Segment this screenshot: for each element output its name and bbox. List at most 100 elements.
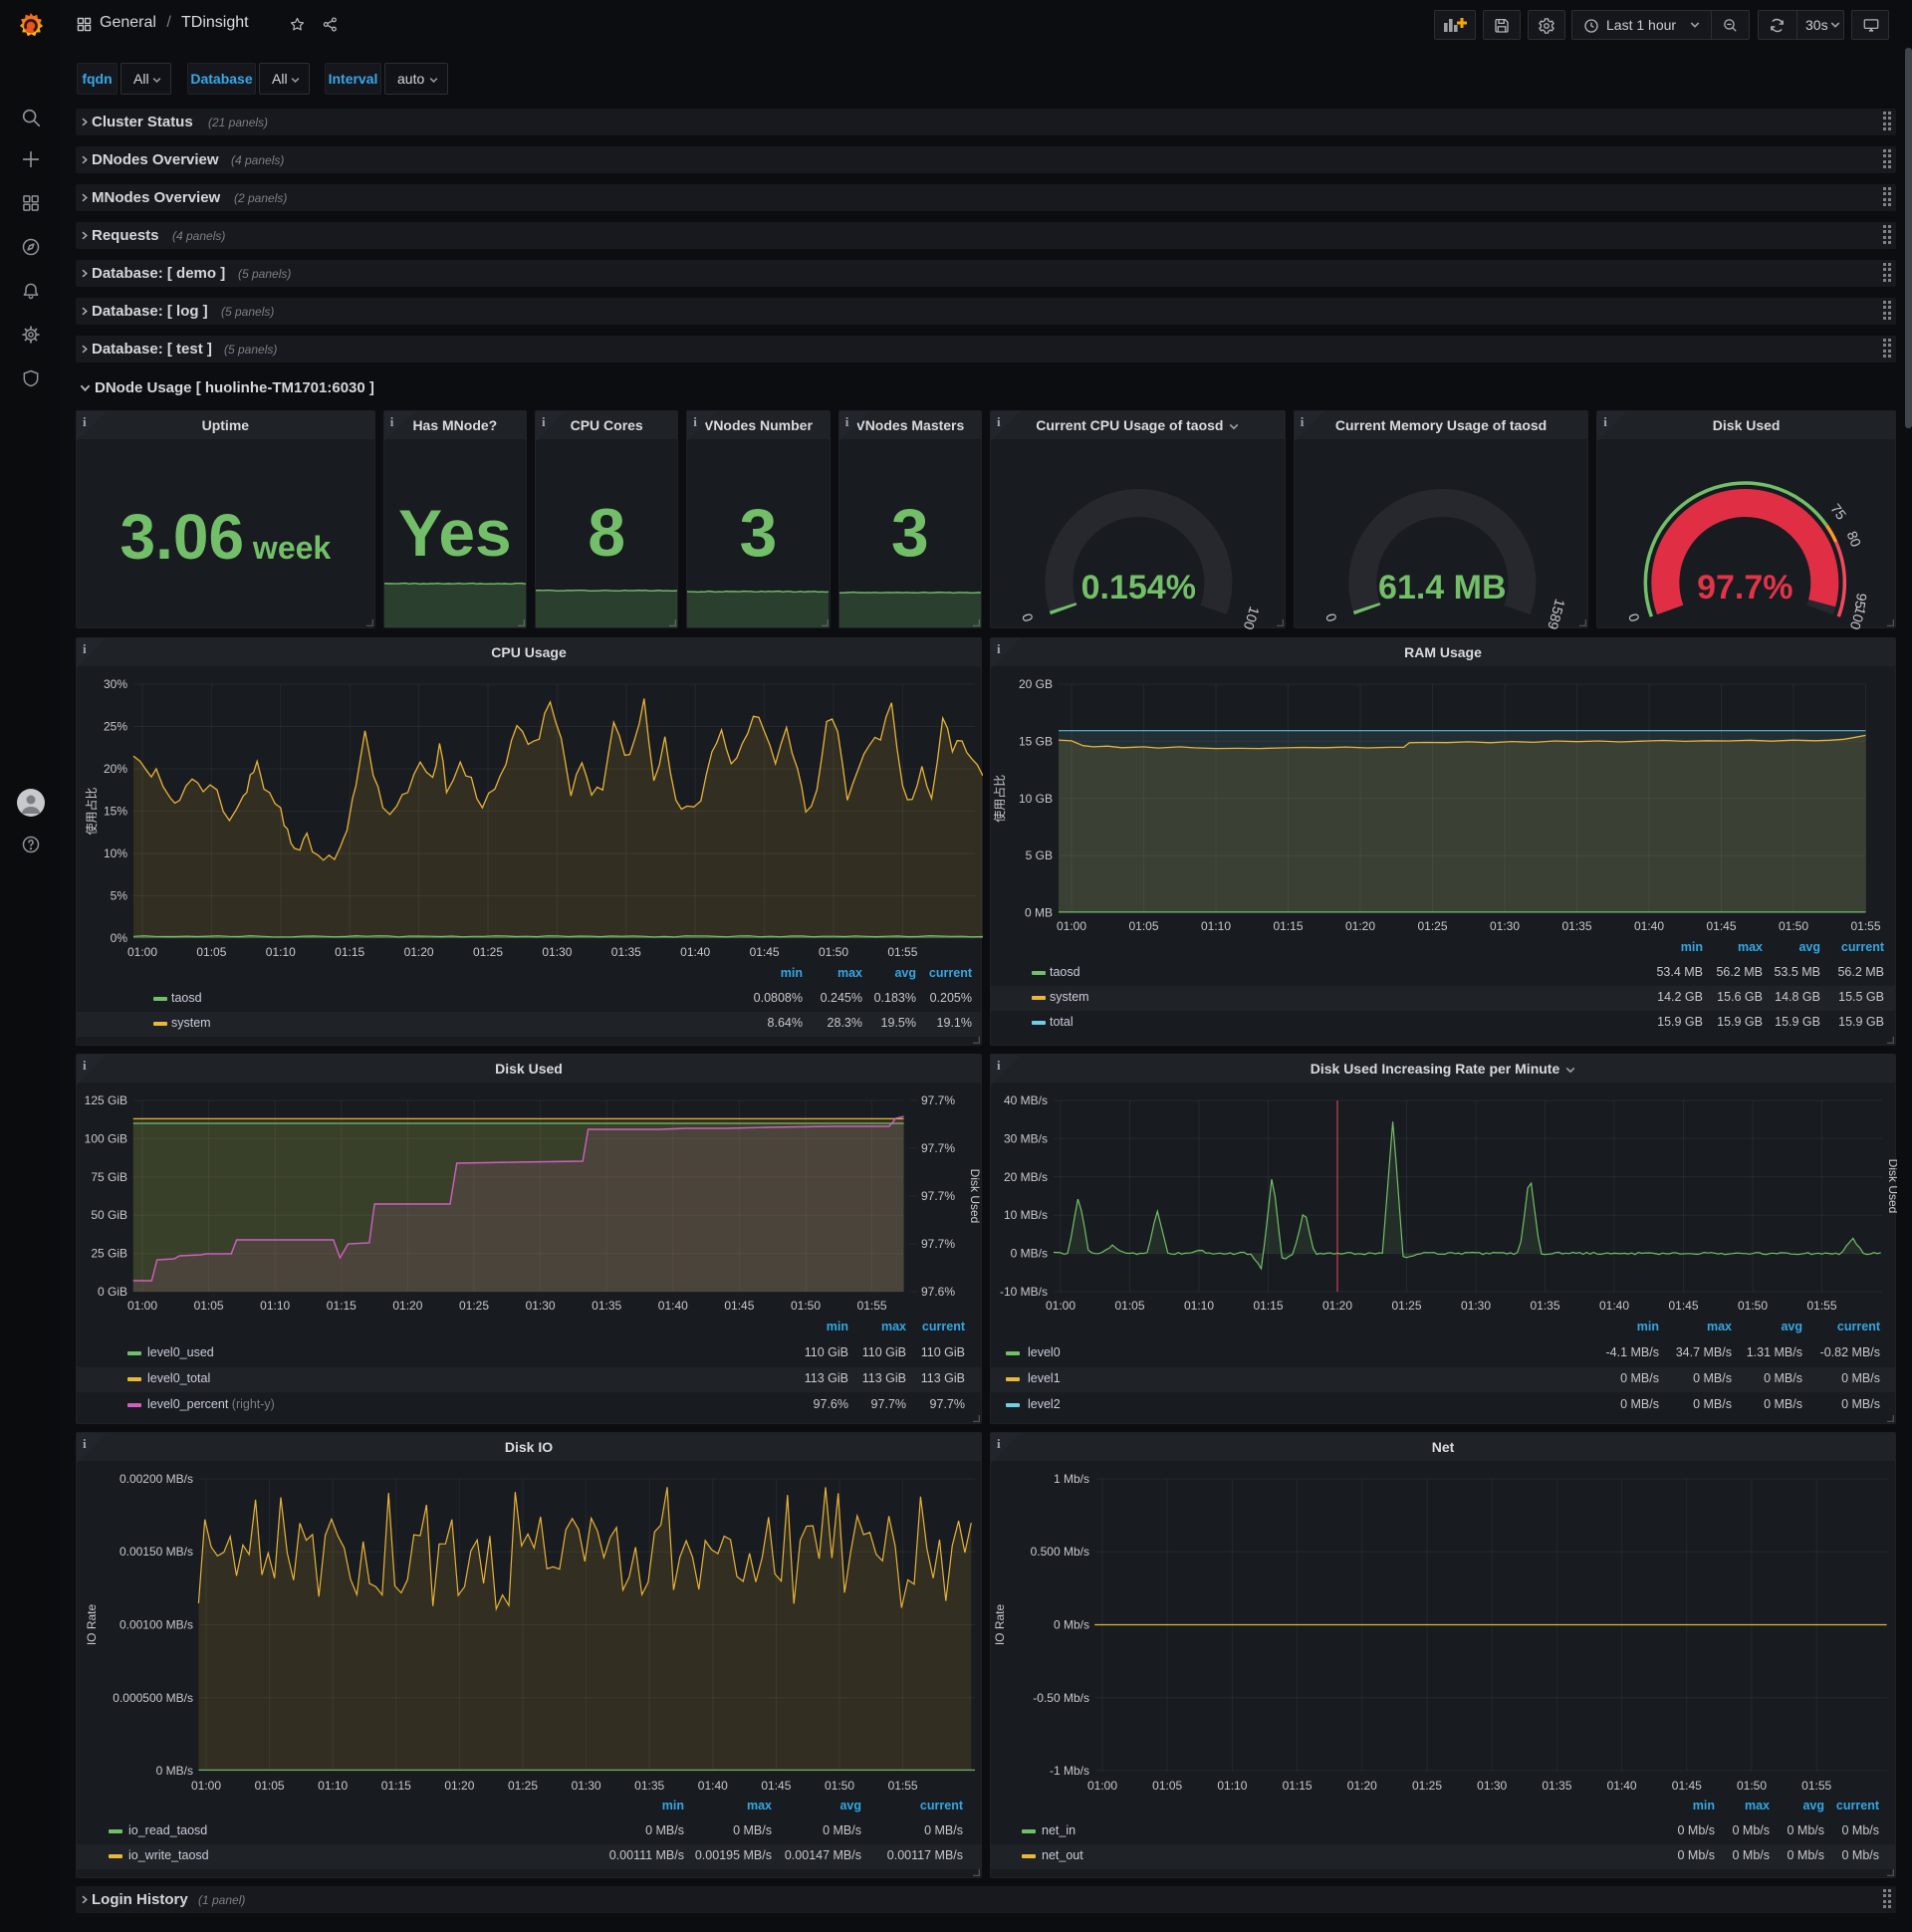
svg-text:01:45: 01:45 [1706,919,1736,933]
svg-text:01:10: 01:10 [1217,1779,1247,1793]
svg-text:0%: 0% [111,931,128,945]
svg-text:100: 100 [1241,604,1263,629]
svg-text:01:35: 01:35 [634,1779,664,1793]
svg-text:01:10: 01:10 [266,945,296,959]
svg-text:01:55: 01:55 [1850,919,1880,933]
svg-text:01:25: 01:25 [1417,919,1447,933]
svg-text:0.154%: 0.154% [1081,569,1196,606]
svg-text:01:45: 01:45 [750,945,780,959]
svg-text:30%: 30% [104,677,127,691]
svg-text:25 GiB: 25 GiB [91,1247,127,1261]
svg-text:01:05: 01:05 [194,1299,224,1313]
svg-text:20 MB/s: 20 MB/s [1004,1170,1048,1184]
svg-text:Disk Used: Disk Used [968,1169,982,1224]
svg-text:01:30: 01:30 [1461,1299,1491,1313]
svg-text:0 GiB: 0 GiB [98,1285,127,1299]
svg-text:1589: 1589 [1545,598,1568,629]
svg-text:01:40: 01:40 [1607,1779,1637,1793]
svg-text:01:05: 01:05 [196,945,226,959]
svg-text:-10 MB/s: -10 MB/s [1000,1285,1048,1299]
svg-text:10 MB/s: 10 MB/s [1004,1208,1048,1222]
svg-text:01:30: 01:30 [572,1779,601,1793]
svg-text:30 MB/s: 30 MB/s [1004,1131,1048,1145]
svg-text:01:10: 01:10 [260,1299,290,1313]
svg-text:01:30: 01:30 [526,1299,556,1313]
svg-text:01:30: 01:30 [1490,919,1520,933]
svg-text:01:30: 01:30 [1477,1779,1507,1793]
svg-text:01:10: 01:10 [318,1779,348,1793]
svg-text:0 Mb/s: 0 Mb/s [1054,1618,1089,1632]
svg-text:0.000500 MB/s: 0.000500 MB/s [113,1691,193,1705]
svg-text:100: 100 [1847,604,1869,629]
svg-text:01:25: 01:25 [1412,1779,1442,1793]
svg-text:01:25: 01:25 [1391,1299,1421,1313]
svg-text:IO Rate: IO Rate [993,1604,1007,1646]
svg-text:-1 Mb/s: -1 Mb/s [1050,1764,1089,1778]
svg-text:0.00200 MB/s: 0.00200 MB/s [120,1472,193,1486]
svg-text:01:55: 01:55 [887,945,917,959]
svg-text:01:20: 01:20 [444,1779,474,1793]
svg-text:01:00: 01:00 [127,945,157,959]
svg-text:0 MB/s: 0 MB/s [1011,1247,1048,1261]
svg-text:5 GB: 5 GB [1026,848,1053,862]
svg-text:Disk Used: Disk Used [1886,1159,1897,1214]
svg-text:01:15: 01:15 [381,1779,411,1793]
svg-text:-0.50 Mb/s: -0.50 Mb/s [1033,1691,1089,1705]
svg-text:01:55: 01:55 [888,1779,918,1793]
svg-text:01:50: 01:50 [1779,919,1808,933]
svg-text:01:20: 01:20 [1345,919,1375,933]
svg-text:01:15: 01:15 [1283,1779,1313,1793]
svg-text:01:50: 01:50 [1737,1779,1767,1793]
svg-text:01:25: 01:25 [459,1299,489,1313]
svg-text:01:30: 01:30 [542,945,572,959]
svg-text:0: 0 [1625,611,1643,623]
svg-text:01:45: 01:45 [1668,1299,1698,1313]
svg-text:01:00: 01:00 [127,1299,157,1313]
svg-text:40 MB/s: 40 MB/s [1004,1093,1048,1107]
svg-text:01:35: 01:35 [1542,1779,1571,1793]
svg-text:01:00: 01:00 [1087,1779,1117,1793]
svg-text:01:40: 01:40 [698,1779,728,1793]
svg-text:0 MB: 0 MB [1025,906,1053,920]
svg-text:01:20: 01:20 [404,945,434,959]
svg-text:10 GB: 10 GB [1019,792,1053,806]
svg-text:1 Mb/s: 1 Mb/s [1054,1472,1089,1486]
svg-text:使用占比: 使用占比 [84,787,99,835]
svg-text:01:00: 01:00 [191,1779,221,1793]
svg-text:97.7%: 97.7% [921,1093,955,1107]
svg-text:61.4 MB: 61.4 MB [1378,569,1507,606]
svg-text:01:15: 01:15 [1253,1299,1283,1313]
svg-text:01:10: 01:10 [1184,1299,1214,1313]
svg-text:20 GB: 20 GB [1019,677,1053,691]
svg-text:75 GiB: 75 GiB [91,1170,127,1184]
svg-text:01:35: 01:35 [611,945,641,959]
svg-text:01:40: 01:40 [658,1299,688,1313]
svg-text:01:40: 01:40 [1599,1299,1629,1313]
svg-text:75: 75 [1827,501,1849,523]
svg-text:01:35: 01:35 [592,1299,621,1313]
svg-text:97.7%: 97.7% [921,1141,955,1155]
svg-text:0.00100 MB/s: 0.00100 MB/s [120,1618,193,1632]
svg-text:01:55: 01:55 [857,1299,887,1313]
svg-text:01:45: 01:45 [1672,1779,1702,1793]
svg-text:01:00: 01:00 [1046,1299,1076,1313]
svg-text:01:05: 01:05 [1152,1779,1182,1793]
svg-text:25%: 25% [104,720,127,734]
svg-text:15%: 15% [104,805,127,819]
svg-text:01:55: 01:55 [1806,1299,1836,1313]
svg-text:125 GiB: 125 GiB [85,1093,127,1107]
svg-text:0.00150 MB/s: 0.00150 MB/s [120,1545,193,1559]
svg-text:50 GiB: 50 GiB [91,1208,127,1222]
svg-text:01:45: 01:45 [724,1299,754,1313]
svg-text:01:05: 01:05 [1114,1299,1144,1313]
svg-text:01:45: 01:45 [761,1779,791,1793]
svg-text:01:05: 01:05 [255,1779,285,1793]
svg-text:80: 80 [1844,529,1865,550]
svg-text:01:35: 01:35 [1530,1299,1559,1313]
svg-text:20%: 20% [104,762,127,776]
svg-text:97.6%: 97.6% [921,1285,955,1299]
svg-text:01:35: 01:35 [1561,919,1591,933]
svg-text:0: 0 [1019,611,1037,623]
svg-text:01:25: 01:25 [508,1779,538,1793]
svg-text:01:15: 01:15 [1273,919,1303,933]
